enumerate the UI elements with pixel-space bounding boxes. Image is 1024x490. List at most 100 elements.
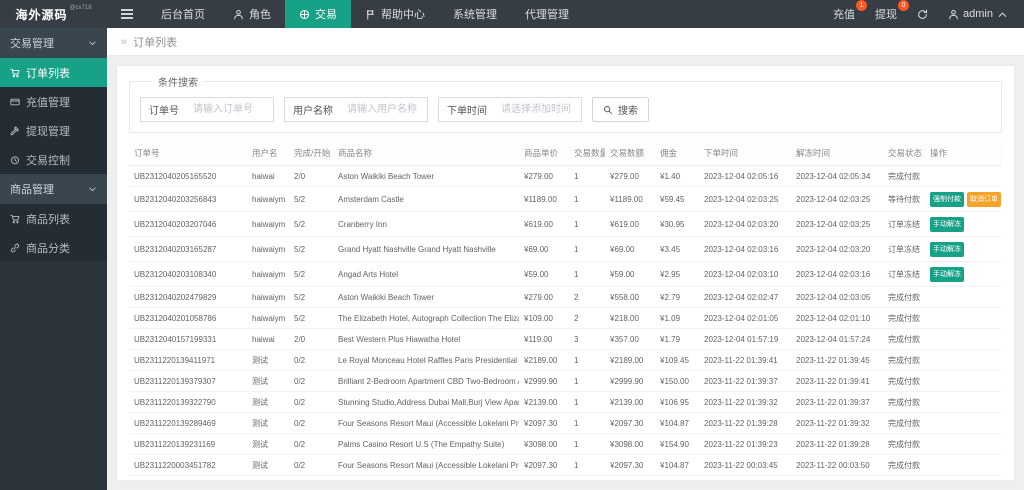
cell-qty: 1 [569, 433, 605, 455]
cell-unfreeze-time: 2023-12-04 02:03:25 [791, 186, 883, 212]
cell-commission: ¥1.09 [655, 307, 699, 329]
table-row: UB2312040201058786 haiwaiym 5/2 The Elizabe… [129, 307, 1002, 329]
cell-qty: 1 [569, 211, 605, 237]
recharge-link[interactable]: 充值 1 [833, 0, 868, 22]
cell-total: ¥279.00 [605, 165, 655, 187]
cell-order-time: 2023-11-22 00:03:45 [699, 454, 791, 476]
nav-item[interactable]: 帮助中心 [351, 0, 439, 28]
sidebar-section-header[interactable]: 商品管理 [0, 174, 107, 204]
cell-commission: ¥106.95 [655, 391, 699, 413]
column-header: 解冻时间 [791, 141, 883, 166]
cell-ratio: 0/2 [289, 412, 333, 434]
refresh-icon[interactable] [917, 9, 928, 20]
cell-actions [925, 286, 1002, 308]
search-field-group: 下单时间 [438, 97, 582, 122]
cell-unfreeze-time: 2023-11-22 01:39:45 [791, 349, 883, 371]
sidebar-item[interactable]: 交易控制 [0, 145, 107, 174]
cell-total: ¥69.00 [605, 236, 655, 262]
nav-item[interactable]: 后台首页 [147, 0, 219, 28]
cell-price: ¥69.00 [519, 236, 569, 262]
sidebar-item[interactable]: 充值管理 [0, 87, 107, 116]
menu-toggle-icon[interactable] [107, 0, 147, 28]
sidebar-item[interactable]: 提现管理 [0, 116, 107, 145]
action-button[interactable]: 手动解冻 [930, 216, 964, 232]
withdraw-badge: 0 [898, 0, 910, 11]
cell-order-time: 2023-12-04 02:02:47 [699, 286, 791, 308]
cell-qty: 1 [569, 186, 605, 212]
cell-commission: ¥1.79 [655, 328, 699, 350]
cell-status: 完成付款 [883, 370, 925, 392]
nav-item[interactable]: 系统管理 [439, 0, 511, 28]
sidebar-section-header[interactable]: 交易管理 [0, 28, 107, 58]
topbar-nav: 后台首页 角色 交易 帮助中心 系统管理 代理管理 [147, 0, 583, 28]
cell-product: Best Western Plus Hiawatha Hotel [333, 328, 519, 350]
table-row: UB2312040157199331 haiwai 2/0 Best Western … [129, 328, 1002, 350]
cell-order-time: 2023-12-04 01:57:19 [699, 328, 791, 350]
table-row: UB2311220139411971 测试 0/2 Le Royal Monceau … [129, 349, 1002, 371]
cell-status: 订单冻结 [883, 261, 925, 287]
column-header: 商品单价 [519, 141, 569, 166]
gavel-icon [10, 126, 20, 136]
sidebar-item[interactable]: 商品列表 [0, 204, 107, 233]
cell-id: UB2312040205165520 [129, 165, 247, 187]
search-button[interactable]: 搜索 [592, 97, 649, 122]
cell-actions: 手动解冻 [925, 211, 1002, 237]
breadcrumb-separator: » [121, 35, 128, 48]
user-menu[interactable]: admin [948, 8, 1008, 20]
withdraw-link[interactable]: 提现 0 [875, 0, 910, 22]
orders-table-wrap: 订单号 用户名 完成/开始 商品名称 商品单价 交易数量 交易数额 佣金 下单时间 解冻时间 交易状… [129, 141, 1002, 480]
cell-price: ¥1189.00 [519, 186, 569, 212]
cell-id: UB2311220003407895 [129, 475, 247, 480]
column-header: 交易数量 [569, 141, 605, 166]
cell-status: 订单冻结 [883, 236, 925, 262]
cell-total: ¥619.00 [605, 211, 655, 237]
cell-qty: 1 [569, 165, 605, 187]
nav-item[interactable]: 代理管理 [511, 0, 583, 28]
action-button[interactable]: 手动解冻 [930, 241, 964, 257]
cell-ratio: 0/2 [289, 349, 333, 371]
cell-status: 完成付款 [883, 433, 925, 455]
cell-product: Amsterdam Castle [333, 186, 519, 212]
cell-id: UB2311220003451782 [129, 454, 247, 476]
cell-qty: 1 [569, 236, 605, 262]
cell-qty: 1 [569, 391, 605, 413]
topbar-right: 充值 1 提现 0 admin [833, 0, 1024, 28]
cell-user: haiwai [247, 165, 289, 187]
nav-item[interactable]: 角色 [219, 0, 285, 28]
cell-total: ¥2097.30 [605, 412, 655, 434]
search-field-input[interactable] [341, 98, 427, 121]
action-button[interactable]: 取消订单 [967, 191, 1001, 207]
cell-commission: ¥154.90 [655, 475, 699, 480]
cell-product: Aston Waikiki Beach Tower [333, 286, 519, 308]
cell-price: ¥3098.00 [519, 475, 569, 480]
table-row: UB2311220139289469 测试 0/2 Four Seasons Reso… [129, 412, 1002, 434]
sidebar-item-label: 充值管理 [26, 96, 70, 109]
cell-total: ¥2999.90 [605, 370, 655, 392]
sidebar-item[interactable]: 订单列表 [0, 58, 107, 87]
cell-order-time: 2023-12-04 02:03:16 [699, 236, 791, 262]
action-button[interactable]: 手动解冻 [930, 266, 964, 282]
sidebar-item[interactable]: 商品分类 [0, 233, 107, 262]
cell-status: 完成付款 [883, 454, 925, 476]
cell-price: ¥619.00 [519, 211, 569, 237]
cell-order-time: 2023-12-04 02:01:05 [699, 307, 791, 329]
cell-total: ¥3098.00 [605, 433, 655, 455]
chevron-down-icon [88, 39, 97, 48]
cell-user: 测试 [247, 412, 289, 434]
nav-item[interactable]: 交易 [285, 0, 351, 28]
breadcrumb-label: 订单列表 [133, 36, 178, 49]
sidebar-item-label: 订单列表 [26, 67, 70, 80]
search-field-input[interactable] [187, 98, 273, 121]
cell-qty: 2 [569, 307, 605, 329]
cell-commission: ¥104.87 [655, 412, 699, 434]
cell-status: 完成付款 [883, 328, 925, 350]
cell-total: ¥2097.30 [605, 454, 655, 476]
action-button[interactable]: 强制付款 [930, 191, 964, 207]
cell-unfreeze-time: 2023-11-22 00:03:45 [791, 475, 883, 480]
search-field-input[interactable] [495, 98, 581, 121]
cell-total: ¥2139.00 [605, 391, 655, 413]
cell-id: UB2312040157199331 [129, 328, 247, 350]
cell-order-time: 2023-12-04 02:03:25 [699, 186, 791, 212]
cell-qty: 3 [569, 328, 605, 350]
cell-ratio: 0/2 [289, 475, 333, 480]
